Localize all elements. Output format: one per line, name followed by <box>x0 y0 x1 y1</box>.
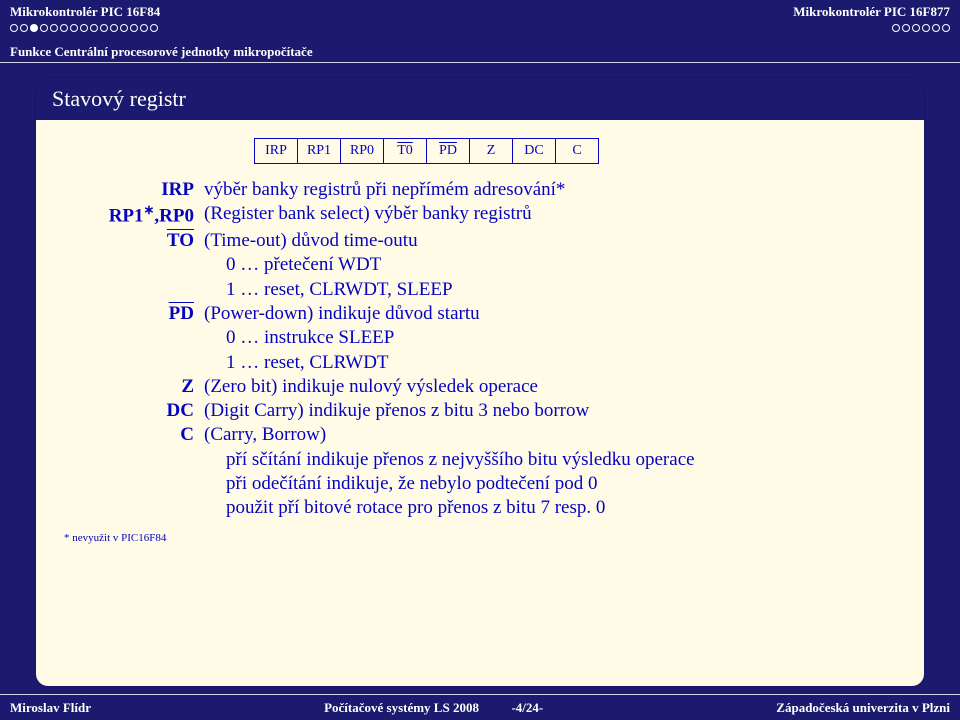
nav-dot[interactable] <box>120 24 128 32</box>
def-line: použit pří bitové rotace pro přenos z bi… <box>204 496 896 520</box>
def-term: C <box>64 423 194 520</box>
nav-dot[interactable] <box>932 24 940 32</box>
footer-course: Počítačové systémy LS 2008 <box>324 700 479 715</box>
nav-dot[interactable] <box>60 24 68 32</box>
def-line: (Zero bit) indikuje nulový výsledek oper… <box>204 375 896 399</box>
def-line: při odečítání indikuje, že nebylo podteč… <box>204 472 896 496</box>
def-desc: (Carry, Borrow)pří sčítání indikuje přen… <box>204 423 896 520</box>
def-line: pří sčítání indikuje přenos z nejvyššího… <box>204 448 896 472</box>
def-line: (Carry, Borrow) <box>204 423 896 447</box>
nav-dot[interactable] <box>40 24 48 32</box>
def-desc: (Digit Carry) indikuje přenos z bitu 3 n… <box>204 399 896 423</box>
register-bit: RP0 <box>340 138 384 164</box>
nav-dot[interactable] <box>100 24 108 32</box>
header-left-title: Mikrokontrolér PIC 16F84 <box>10 4 160 20</box>
slide-footer: Miroslav Flídr Počítačové systémy LS 200… <box>0 694 960 720</box>
def-line: (Register bank select) výběr banky regis… <box>204 202 896 226</box>
nav-dot[interactable] <box>110 24 118 32</box>
def-term: Z <box>64 375 194 399</box>
def-line: (Time-out) důvod time-outu <box>204 229 896 253</box>
nav-dot[interactable] <box>892 24 900 32</box>
def-line: (Digit Carry) indikuje přenos z bitu 3 n… <box>204 399 896 423</box>
block-title: Stavový registr <box>36 78 924 120</box>
def-line: 1 … reset, CLRWDT <box>204 351 896 375</box>
nav-dot[interactable] <box>30 24 38 32</box>
register-bit: DC <box>512 138 556 164</box>
register-bit: IRP <box>254 138 298 164</box>
nav-dot[interactable] <box>50 24 58 32</box>
def-line: 1 … reset, CLRWDT, SLEEP <box>204 278 896 302</box>
def-term: TO <box>64 229 194 302</box>
nav-dot[interactable] <box>80 24 88 32</box>
def-term: IRP <box>64 178 194 202</box>
definitions-list: IRP výběr banky registrů při nepřímém adr… <box>64 178 896 521</box>
register-bit: PD <box>426 138 470 164</box>
nav-dot[interactable] <box>922 24 930 32</box>
right-nav-dots <box>793 24 950 32</box>
register-bit: Z <box>469 138 513 164</box>
def-line: výběr banky registrů při nepřímém adreso… <box>204 178 896 202</box>
header-subsection: Funkce Centrální procesorové jednotky mi… <box>10 44 313 60</box>
nav-dot[interactable] <box>140 24 148 32</box>
header-right-title: Mikrokontrolér PIC 16F877 <box>793 4 950 20</box>
def-term: RP1∗,RP0 <box>64 202 194 229</box>
nav-dot[interactable] <box>70 24 78 32</box>
nav-dot[interactable] <box>942 24 950 32</box>
content-block: Stavový registr IRPRP1RP0T0PDZDCC IRPvýb… <box>36 78 924 686</box>
nav-dot[interactable] <box>150 24 158 32</box>
footer-author: Miroslav Flídr <box>10 700 91 716</box>
def-desc: (Power-down) indikuje důvod startu0 … in… <box>204 302 896 375</box>
nav-dot[interactable] <box>20 24 28 32</box>
def-line: 0 … přetečení WDT <box>204 253 896 277</box>
left-nav-dots <box>10 24 160 32</box>
def-desc: (Time-out) důvod time-outu0 … přetečení … <box>204 229 896 302</box>
nav-dot[interactable] <box>130 24 138 32</box>
register-diagram: IRPRP1RP0T0PDZDCC <box>254 138 896 164</box>
def-line: 0 … instrukce SLEEP <box>204 326 896 350</box>
register-bit: C <box>555 138 599 164</box>
def-term: PD <box>64 302 194 375</box>
def-term: DC <box>64 399 194 423</box>
register-bit: T0 <box>383 138 427 164</box>
header-rule <box>0 62 960 63</box>
def-line: (Power-down) indikuje důvod startu <box>204 302 896 326</box>
def-desc: výběr banky registrů při nepřímém adreso… <box>204 178 896 202</box>
nav-dot[interactable] <box>90 24 98 32</box>
register-bit: RP1 <box>297 138 341 164</box>
footer-page: -4/24- <box>511 700 543 715</box>
def-desc: (Zero bit) indikuje nulový výsledek oper… <box>204 375 896 399</box>
def-desc: (Register bank select) výběr banky regis… <box>204 202 896 229</box>
footer-university: Západočeská univerzita v Plzni <box>776 700 950 716</box>
nav-dot[interactable] <box>902 24 910 32</box>
footnote: * nevyužit v PIC16F84 <box>64 531 896 545</box>
nav-dot[interactable] <box>10 24 18 32</box>
nav-dot[interactable] <box>912 24 920 32</box>
